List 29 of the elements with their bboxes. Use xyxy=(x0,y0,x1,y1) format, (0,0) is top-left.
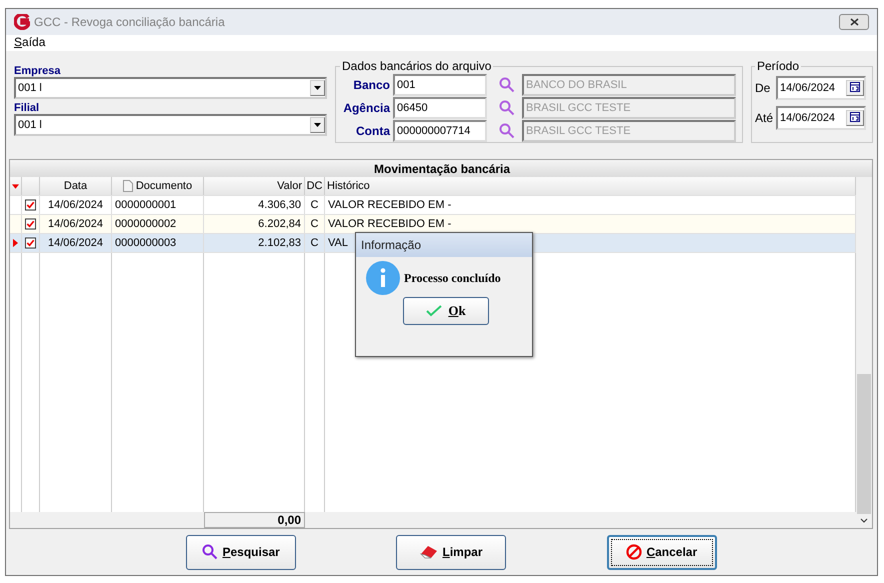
field-label: Empresa xyxy=(14,65,62,77)
grid-title: Movimentação bancária xyxy=(10,160,872,177)
table-cell: 0000000003 xyxy=(112,234,204,252)
table-cell: C xyxy=(305,234,325,252)
table-cell: 0000000001 xyxy=(112,196,204,214)
table-cell: 2.102,83 xyxy=(204,234,305,252)
group-title: Dados bancários do arquivo xyxy=(341,59,492,73)
dialog-title: Informação xyxy=(356,233,532,257)
readonly-field: BRASIL GCC TESTE xyxy=(522,120,736,142)
table-cell: C xyxy=(305,196,325,214)
table-cell: 14/06/2024 xyxy=(40,196,112,214)
field-label: Banco xyxy=(352,78,390,92)
total-value: 0,00 xyxy=(204,512,305,528)
group-title: Período xyxy=(756,59,800,73)
field-label: De xyxy=(755,81,772,95)
readonly-field: BANCO DO BRASIL xyxy=(522,74,736,96)
field-label: Até xyxy=(755,111,773,125)
window-title: GCC - Revoga conciliação bancária xyxy=(34,15,225,29)
dialog-message: Processo concluído xyxy=(404,270,501,286)
field-label: Filial xyxy=(14,102,40,114)
field-label: Conta xyxy=(355,124,390,138)
table-cell: 14/06/2024 xyxy=(40,234,112,252)
field-label: Agência xyxy=(342,100,390,114)
table-cell: 14/06/2024 xyxy=(40,215,112,233)
table-cell: 4.306,30 xyxy=(204,196,305,214)
readonly-field: BRASIL GCC TESTE xyxy=(522,96,736,118)
table-cell: 0000000002 xyxy=(112,215,204,233)
table-cell: 6.202,84 xyxy=(204,215,305,233)
table-cell: C xyxy=(305,215,325,233)
